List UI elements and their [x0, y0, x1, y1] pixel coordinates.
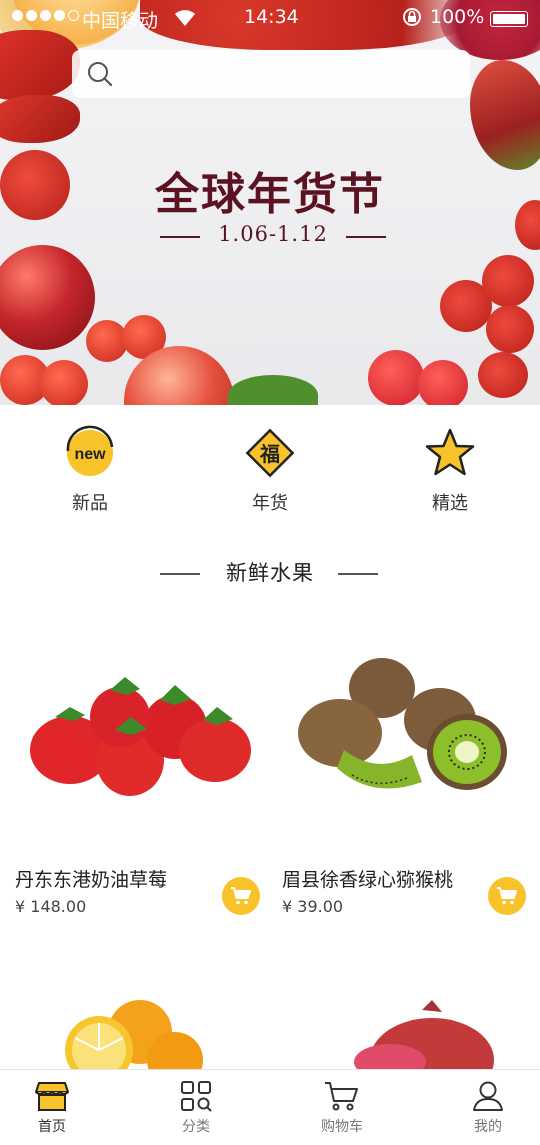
tab-home[interactable]: 首页	[7, 1080, 97, 1136]
user-icon	[473, 1081, 503, 1111]
tab-categories[interactable]: 分类	[151, 1080, 241, 1136]
product-image-strawberries	[30, 677, 251, 796]
fu-character: 福	[259, 442, 280, 466]
banner-date-row: 1.06-1.12	[160, 222, 386, 252]
carrier-name: 中国移动	[82, 10, 159, 32]
bottom-tab-bar: 首页 分类 购物车 我的	[0, 1069, 540, 1145]
product-name: 眉县徐香绿心猕猴桃	[282, 869, 454, 891]
banner-title: 全球年货节	[155, 169, 385, 220]
star-icon	[425, 428, 475, 476]
wifi-icon	[175, 10, 195, 26]
search-input[interactable]	[72, 50, 470, 98]
category-new-year-goods[interactable]: 福 年货	[220, 425, 320, 515]
product-image-oranges	[65, 1000, 203, 1070]
status-bar: 中国移动 14:34 100%	[0, 0, 540, 36]
pepper-decoration-left-2	[0, 95, 80, 143]
strawberry-decoration-right-3	[486, 305, 534, 353]
fu-diamond-icon: 福	[245, 428, 295, 478]
pepper-decoration-left	[0, 30, 80, 100]
divider-line	[346, 236, 386, 238]
product-name: 丹东东港奶油草莓	[15, 869, 168, 891]
hero-banner[interactable]: 中国移动 14:34 100% 全球年货节 1.06-1.12	[0, 0, 540, 405]
radish-decoration	[368, 350, 424, 405]
shop-icon	[35, 1082, 69, 1111]
product-card[interactable]	[15, 990, 270, 1070]
signal-strength-icon	[12, 10, 79, 21]
apple-decoration-left	[0, 245, 95, 350]
new-badge-icon: new	[66, 425, 114, 476]
strawberry-decoration-right-2	[482, 255, 534, 307]
product-card[interactable]	[282, 990, 537, 1070]
product-image-pomegranate	[354, 1000, 494, 1070]
add-to-cart-button[interactable]	[488, 877, 526, 915]
cart-icon	[325, 1082, 358, 1111]
product-image-kiwifruit	[298, 658, 507, 790]
category-label: 精选	[432, 493, 468, 514]
rhubarb-decoration	[470, 60, 540, 170]
cart-icon	[231, 887, 251, 905]
add-to-cart-button[interactable]	[222, 877, 260, 915]
status-time: 14:34	[244, 6, 299, 28]
banner-date-range: 1.06-1.12	[218, 222, 328, 246]
tab-label: 我的	[474, 1119, 502, 1135]
tab-label: 分类	[182, 1119, 210, 1135]
section-title: 新鲜水果	[226, 561, 314, 585]
product-price: ¥ 148.00	[15, 897, 87, 916]
search-icon	[88, 62, 113, 87]
category-label: 新品	[72, 493, 108, 514]
new-badge-text: new	[74, 446, 106, 463]
leaf-decoration-center	[228, 375, 318, 405]
cart-icon	[497, 887, 517, 905]
orientation-lock-icon	[403, 8, 421, 26]
tab-cart[interactable]: 购物车	[297, 1080, 387, 1136]
strawberry-decoration-right-4	[478, 352, 528, 398]
category-label: 年货	[252, 493, 288, 514]
tab-label: 购物车	[321, 1119, 363, 1135]
battery-percentage: 100%	[430, 6, 485, 28]
category-new[interactable]: new 新品	[40, 425, 140, 515]
radish-decoration-2	[418, 360, 468, 405]
battery-icon	[490, 11, 528, 27]
grid-search-icon	[181, 1081, 212, 1112]
tomato-decoration-2	[40, 360, 88, 405]
divider-line	[338, 573, 378, 575]
product-price: ¥ 39.00	[282, 897, 344, 916]
section-heading: 新鲜水果	[0, 555, 540, 591]
category-featured[interactable]: 精选	[400, 425, 500, 515]
tab-profile[interactable]: 我的	[443, 1080, 533, 1136]
tab-label: 首页	[38, 1119, 66, 1135]
